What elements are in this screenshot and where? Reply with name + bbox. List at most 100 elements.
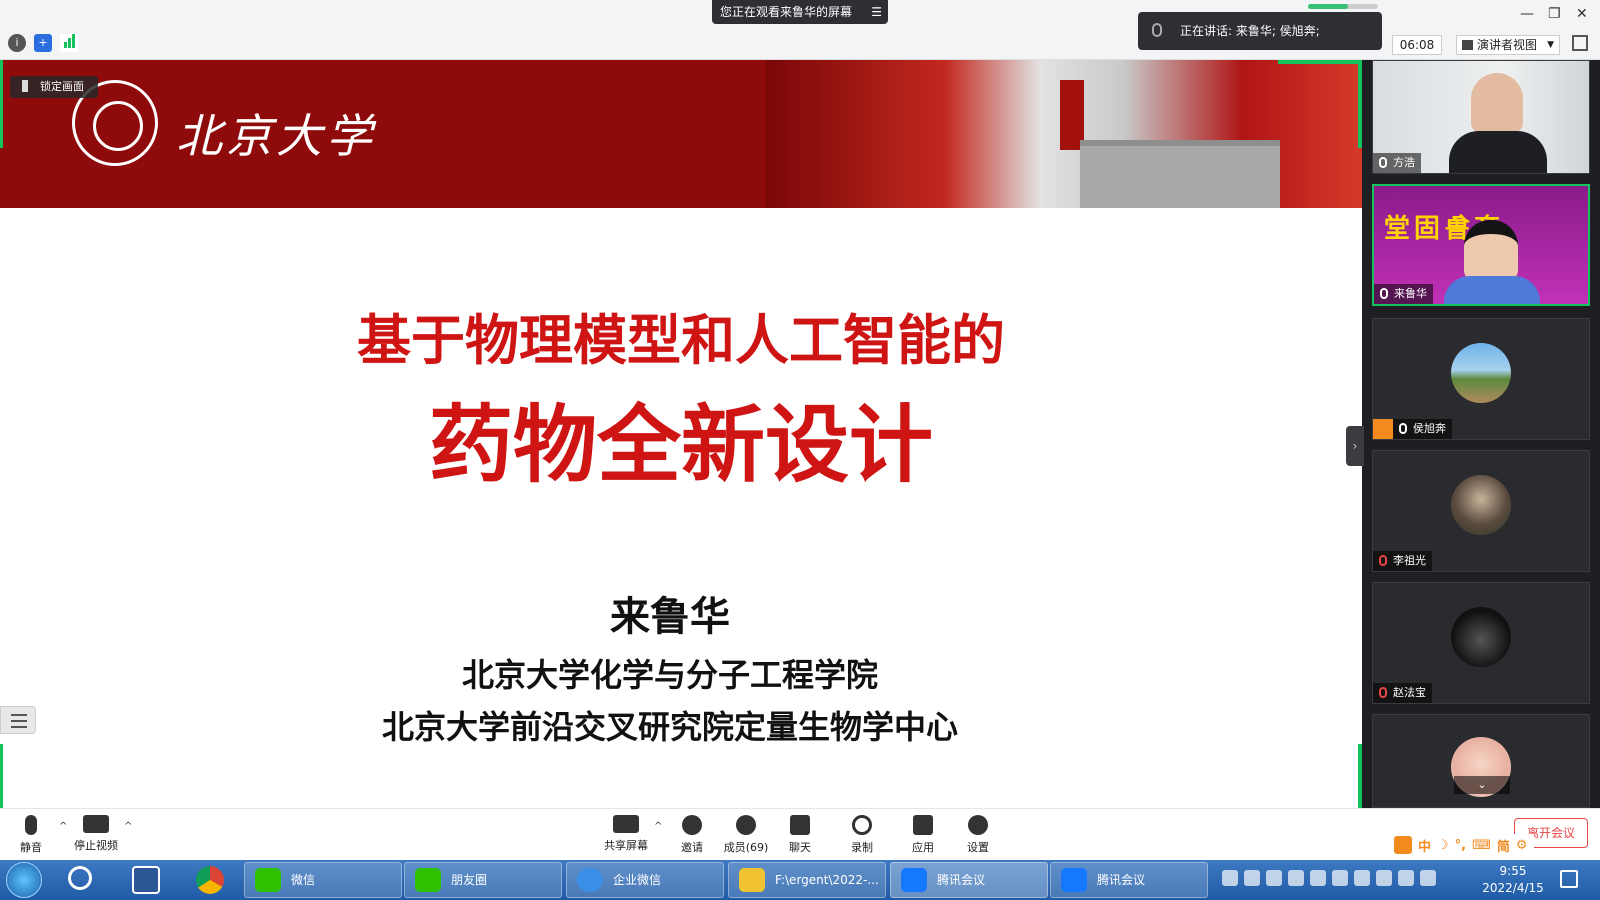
camera-icon [83,815,109,833]
speaking-indicator: 正在讲话: 来鲁华; 侯旭奔; [1138,4,1382,50]
share-screen-label: 共享屏幕 [604,839,648,852]
info-icon[interactable]: i [8,34,26,52]
chevron-up-icon[interactable]: ^ [124,821,132,832]
record-icon [852,815,872,835]
taskbar-item-wechat[interactable]: 微信 [244,862,402,898]
participant-name: 李祖光 [1393,554,1426,567]
ime-mode-chinese[interactable]: 中 [1418,836,1431,855]
add-icon[interactable] [1398,870,1414,886]
task-label: 企业微信 [613,873,662,887]
wecom-icon [577,868,603,892]
security-shield-icon[interactable] [1332,870,1348,886]
close-button[interactable]: ✕ [1576,6,1588,22]
wechat-tray-icon[interactable] [1420,870,1436,886]
menu-icon[interactable]: ☰ [871,0,882,24]
presenter-view-icon [1462,40,1473,50]
members-button[interactable]: 成员(69) [716,815,776,855]
gear-icon[interactable]: ⚙ [1516,838,1528,853]
task-label: 微信 [291,873,316,887]
participant-name: 赵法宝 [1393,686,1426,699]
network-icon[interactable] [1310,870,1326,886]
clock-time: 9:55 [1499,864,1527,878]
participant-namebar: 李祖光 [1373,551,1432,571]
restore-button[interactable]: ❐ [1548,6,1561,22]
collapse-panel-button[interactable]: › [1346,426,1364,466]
share-screen-icon [613,815,639,833]
participant-body [1444,276,1540,304]
slide-title-line1: 基于物理模型和人工智能的 [357,309,1005,372]
slide-author: 来鲁华 [610,594,730,640]
slide-header-banner: 北京大学 锁定画面 [0,60,1362,208]
mute-button[interactable]: 静音 [1,815,61,855]
taskbar-item-tencent-meeting[interactable]: 腾讯会议 [1050,862,1208,898]
scroll-down-button[interactable]: ⌄ [1454,776,1510,794]
building-shape [1080,140,1280,208]
chrome-icon[interactable] [196,866,224,894]
shield-icon[interactable]: + [34,34,52,52]
slide-list-toggle-button[interactable] [0,706,36,734]
participant-namebar: 来鲁华 [1374,284,1433,304]
microphone-icon [1379,157,1387,168]
ime-tray-icon[interactable] [1222,870,1238,886]
browser-tray-icon[interactable] [1244,870,1260,886]
notification-icon[interactable] [1560,870,1578,888]
search-icon[interactable] [68,866,92,890]
system-clock[interactable]: 9:55 2022/4/15 [1470,863,1556,897]
taskbar-item-wecom[interactable]: 企业微信 [566,862,724,898]
participant-tile[interactable]: 赵法宝 [1372,582,1590,704]
taskbar-item-explorer[interactable]: F:\ergent\2022-... [728,862,886,898]
mute-label: 静音 [20,841,42,854]
clock-date: 2022/4/15 [1482,881,1544,895]
participant-tile-active-speaker[interactable]: 齐鲁固堂 来鲁华 [1372,184,1590,306]
word-icon[interactable] [132,866,160,894]
participant-tile[interactable]: 李祖光 [1372,450,1590,572]
taskbar-item-tencent-meeting[interactable]: 腾讯会议 [890,862,1048,898]
shared-screen-slide: 北京大学 锁定画面 基于物理模型和人工智能的 药物全新设计 来鲁华 北京大学化学… [0,60,1362,808]
speaking-label: 正在讲话: 来鲁华; 侯旭奔; [1180,24,1320,38]
share-screen-button[interactable]: 共享屏幕 [596,815,656,853]
participant-tile[interactable]: 方浩 [1372,60,1590,174]
microphone-icon [1152,23,1162,37]
signal-strength-icon[interactable] [1354,870,1370,886]
taskbar-item-moments[interactable]: 朋友圈 [404,862,562,898]
moon-icon[interactable]: ☽ [1437,838,1449,853]
punctuation-icon[interactable]: °, [1455,838,1466,853]
wechat-icon [255,868,281,892]
keyboard-icon[interactable]: ⌨ [1472,838,1491,853]
chat-button[interactable]: 聊天 [770,815,830,855]
campus-photo [766,60,1362,208]
input-method-toolbar[interactable]: 中 ☽ °, ⌨ 简 ⚙ [1388,834,1534,856]
meeting-tray-icon[interactable] [1288,870,1304,886]
stop-video-button[interactable]: 停止视频 [66,815,126,853]
members-label: 成员(69) [723,841,769,854]
slide-affiliation-1: 北京大学化学与分子工程学院 [461,656,878,694]
host-icon [1373,419,1393,439]
signal-icon[interactable] [60,34,78,52]
tencent-meeting-icon [901,868,927,892]
lock-screen-button[interactable]: 锁定画面 [10,76,98,98]
minimize-button[interactable]: — [1520,6,1534,22]
share-border-top-left [0,60,3,148]
apps-button[interactable]: 应用 [893,815,953,855]
participant-body [1449,131,1547,173]
settings-button[interactable]: 设置 [948,815,1008,855]
participant-namebar: 侯旭奔 [1393,419,1452,439]
fullscreen-icon[interactable] [1572,35,1588,51]
sharing-banner-text: 您正在观看来鲁华的屏幕 [720,5,853,19]
sharing-banner[interactable]: 您正在观看来鲁华的屏幕 ☰ [712,0,888,24]
participant-tile[interactable]: 侯旭奔 [1372,318,1590,440]
invite-button[interactable]: 邀请 [662,815,722,855]
tencent-meeting-icon [1061,868,1087,892]
ime-mode-simplified[interactable]: 简 [1497,836,1510,855]
start-button[interactable] [6,862,42,898]
microphone-muted-icon [1379,687,1387,698]
record-button[interactable]: 录制 [832,815,892,855]
participant-name: 来鲁华 [1394,287,1427,300]
task-label: 朋友圈 [451,873,488,887]
apps-label: 应用 [912,841,934,854]
printer-icon[interactable] [1266,870,1282,886]
task-label: 腾讯会议 [1097,873,1146,887]
volume-icon[interactable] [1376,870,1392,886]
presenter-view-button[interactable]: 演讲者视图 ▼ [1456,35,1560,55]
avatar [1451,475,1511,535]
